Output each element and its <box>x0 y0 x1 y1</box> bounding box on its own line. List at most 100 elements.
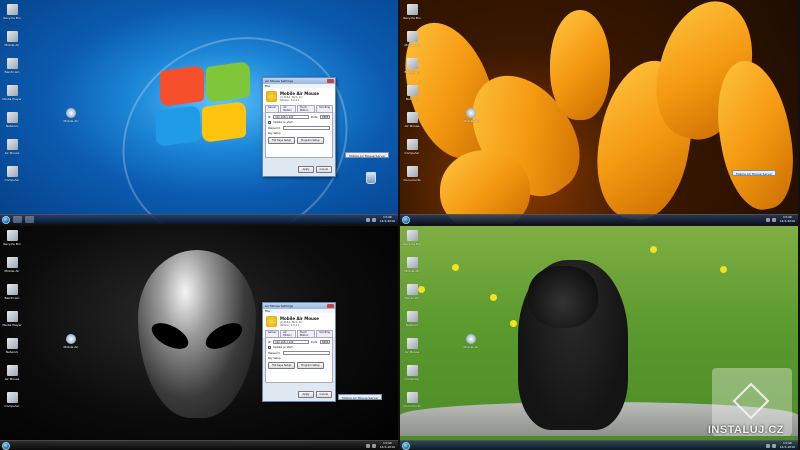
desktop-icon[interactable]: Documents <box>402 166 422 190</box>
desktop-icon[interactable]: Bandicam <box>402 284 422 308</box>
floating-desktop-icon[interactable]: Mobile Air <box>58 334 84 349</box>
system-tray: 13:40 14.5.2010 <box>365 441 398 449</box>
desktop-icon[interactable]: Recycle Bin <box>2 230 22 254</box>
desktop-icon[interactable]: Recycle Bin <box>2 4 22 28</box>
air-mouse-icon <box>66 334 76 344</box>
clock[interactable]: 13:40 14.5.2010 <box>380 441 395 449</box>
tab-air-motion[interactable]: Air Motion <box>280 105 296 112</box>
desktop-icon[interactable]: Documents <box>402 392 422 416</box>
clock[interactable]: 13:40 14.5.2010 <box>780 215 795 223</box>
network-icon[interactable] <box>365 443 370 448</box>
taskbar-app-explorer[interactable] <box>13 216 22 223</box>
desktop-icon[interactable]: Computer <box>402 139 422 163</box>
program-setup-button[interactable]: Program Setup <box>297 137 324 144</box>
desktop-icon[interactable]: Recycle Bin <box>402 230 422 254</box>
volume-icon[interactable] <box>371 217 376 222</box>
hot-keys-button[interactable]: Hot Keys Setup <box>268 362 296 369</box>
volume-icon[interactable] <box>771 443 776 448</box>
tab-air-motion[interactable]: Air Motion <box>280 330 296 337</box>
network-icon[interactable] <box>365 217 370 222</box>
desktop-icon[interactable]: Air Mouse <box>402 112 422 136</box>
notification-toast[interactable]: Mobile Air Mouse Server <box>338 394 383 400</box>
desktop-icon[interactable]: Mobile Air <box>2 31 22 55</box>
cancel-button[interactable]: Cancel <box>315 391 332 398</box>
app-icon <box>6 284 18 295</box>
startup-checkbox[interactable] <box>268 346 271 349</box>
app-logo-icon <box>266 91 277 102</box>
desktop-win7: Recycle Bin Mobile Air Bandicam Media Pl… <box>0 0 398 224</box>
recycle-bin-icon <box>406 230 418 241</box>
ip-field[interactable]: 192.168.1.100 <box>273 340 309 344</box>
desktop-icon-column: Recycle Bin Mobile Air Bandicam Media Pl… <box>2 230 22 419</box>
desktop-icon[interactable]: Media Player <box>2 311 22 335</box>
volume-icon[interactable] <box>771 217 776 222</box>
folder-icon <box>406 166 418 177</box>
desktop-icon[interactable]: Computer <box>2 166 22 190</box>
start-button[interactable] <box>2 441 10 450</box>
desktop-icon[interactable]: Bandicam <box>402 58 422 82</box>
tab-scrolling[interactable]: Scrolling <box>316 105 333 112</box>
close-icon[interactable] <box>327 304 334 308</box>
close-icon[interactable] <box>327 79 334 83</box>
desktop-icon[interactable]: Bandicam <box>2 284 22 308</box>
tab-server[interactable]: Server <box>265 330 280 337</box>
windows-logo <box>150 60 250 150</box>
desktop-icon[interactable]: Network <box>2 338 22 362</box>
start-button[interactable] <box>402 215 410 224</box>
computer-icon <box>406 139 418 150</box>
hot-keys-button[interactable]: Hot Keys Setup <box>268 137 296 144</box>
network-icon <box>406 311 418 322</box>
desktop-icon[interactable]: Computer <box>2 392 22 416</box>
apply-button[interactable]: Apply <box>298 166 314 173</box>
floating-desktop-icon[interactable]: Mobile Air <box>458 108 484 123</box>
desktop-icon[interactable]: Media Player <box>2 85 22 109</box>
window-titlebar[interactable]: Air Mouse Settings <box>263 78 335 84</box>
floating-desktop-icon[interactable]: Mobile Air <box>458 334 484 349</box>
password-field[interactable] <box>282 126 330 130</box>
tab-scrolling[interactable]: Scrolling <box>316 330 333 337</box>
floating-desktop-icon[interactable]: Mobile Air <box>58 108 84 123</box>
desktop-icon[interactable]: Mobile Air <box>402 31 422 55</box>
tab-touch-motion[interactable]: Touch Motion <box>296 105 316 112</box>
air-mouse-window[interactable]: Air Mouse Settings File Mobile Air Mouse… <box>262 302 336 402</box>
program-setup-button[interactable]: Program Setup <box>297 362 324 369</box>
desktop-icon[interactable]: Computer <box>402 365 422 389</box>
app-icon <box>6 257 18 268</box>
network-icon[interactable] <box>765 443 770 448</box>
desktop-icon[interactable]: Air Mouse <box>402 338 422 362</box>
desktop-icon[interactable]: Recycle Bin <box>402 4 422 28</box>
alien-head <box>138 250 256 418</box>
desktop-icon[interactable]: Network <box>2 112 22 136</box>
recycle-bin-icon[interactable] <box>366 172 376 184</box>
cancel-button[interactable]: Cancel <box>315 166 332 173</box>
volume-icon[interactable] <box>371 443 376 448</box>
window-titlebar[interactable]: Air Mouse Settings <box>263 303 335 309</box>
desktop-icon[interactable]: Network <box>402 311 422 335</box>
desktop-icon[interactable]: Bandicam <box>2 58 22 82</box>
network-icon <box>6 112 18 123</box>
port-field[interactable]: 8888 <box>320 115 330 119</box>
app-icon <box>6 31 18 42</box>
tab-server[interactable]: Server <box>265 105 280 112</box>
desktop-icon[interactable]: Air Mouse <box>2 365 22 389</box>
air-mouse-window[interactable]: Air Mouse Settings File Mobile Air Mouse… <box>262 77 336 177</box>
password-field[interactable] <box>282 351 330 355</box>
notification-toast[interactable]: Mobile Air Mouse Server <box>732 170 777 176</box>
start-button[interactable] <box>402 441 410 450</box>
taskbar-app-media[interactable] <box>25 216 34 223</box>
desktop-icon[interactable]: Mobile Air <box>402 257 422 281</box>
desktop-icon[interactable]: Network <box>402 85 422 109</box>
clock[interactable]: 13:40 14.5.2010 <box>380 215 395 223</box>
network-icon[interactable] <box>765 217 770 222</box>
notification-toast[interactable]: Mobile Air Mouse Server <box>345 152 390 158</box>
desktop-icon[interactable]: Mobile Air <box>2 257 22 281</box>
tab-touch-motion[interactable]: Touch Motion <box>296 330 316 337</box>
startup-checkbox[interactable] <box>268 121 271 124</box>
computer-icon <box>6 166 18 177</box>
start-button[interactable] <box>2 215 10 224</box>
clock[interactable]: 13:40 14.5.2010 <box>780 441 795 449</box>
apply-button[interactable]: Apply <box>298 391 314 398</box>
port-field[interactable]: 8888 <box>320 340 330 344</box>
ip-field[interactable]: 192.168.1.100 <box>273 115 309 119</box>
desktop-icon[interactable]: Air Mouse <box>2 139 22 163</box>
